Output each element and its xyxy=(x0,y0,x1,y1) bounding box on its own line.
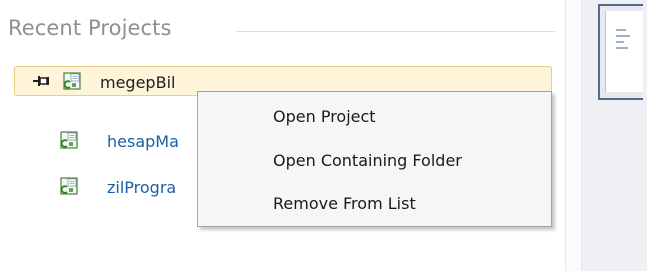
context-menu: Open Project Open Containing Folder Remo… xyxy=(197,91,552,227)
menu-item-remove-from-list[interactable]: Remove From List xyxy=(198,187,551,219)
project-name-link[interactable]: hesapMa xyxy=(107,132,179,151)
thumbnail-page xyxy=(605,11,643,92)
menu-item-open-containing-folder[interactable]: Open Containing Folder xyxy=(198,144,551,176)
recent-projects-header: Recent Projects xyxy=(8,8,556,48)
project-name: megepBil xyxy=(100,73,176,92)
menu-item-label: Open Containing Folder xyxy=(273,151,462,170)
csharp-project-icon xyxy=(60,131,78,149)
csharp-project-icon xyxy=(60,177,78,195)
pane-splitter[interactable] xyxy=(565,0,582,271)
csharp-project-icon xyxy=(63,72,81,90)
thumbnail-line xyxy=(616,35,630,37)
document-thumbnail xyxy=(598,4,643,100)
menu-item-label: Remove From List xyxy=(273,194,416,213)
pin-icon[interactable] xyxy=(33,75,49,87)
thumbnail-line xyxy=(616,41,624,43)
preview-pane xyxy=(582,0,647,271)
thumbnail-line xyxy=(616,29,626,31)
section-title: Recent Projects xyxy=(8,16,172,40)
thumbnail-line xyxy=(616,47,628,49)
project-name-link[interactable]: zilProgra xyxy=(107,178,176,197)
header-divider xyxy=(236,31,555,32)
menu-item-open-project[interactable]: Open Project xyxy=(198,100,551,132)
menu-item-label: Open Project xyxy=(273,107,376,126)
